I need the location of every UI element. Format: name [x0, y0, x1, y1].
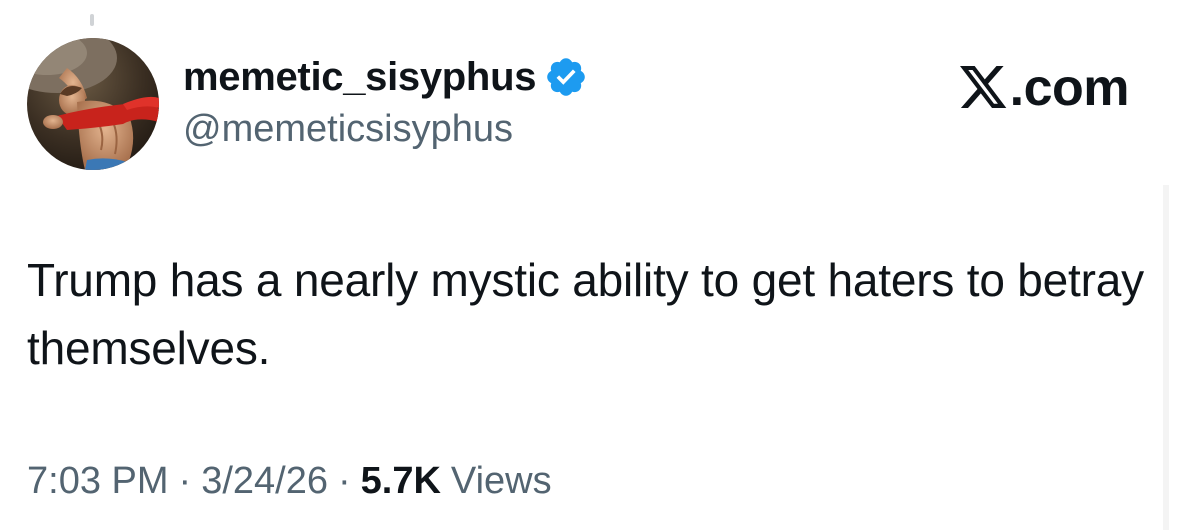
tweet-card: memetic_sisyphus @memeticsisyphus .com T…	[0, 0, 1179, 530]
views-label[interactable]: Views	[451, 460, 552, 503]
brand-label: .com	[1009, 59, 1130, 117]
avatar[interactable]	[27, 38, 159, 170]
tweet-meta: 7:03 PM · 3/24/26 · 5.7K Views	[27, 460, 552, 503]
scrollbar[interactable]	[1163, 185, 1169, 530]
avatar-image	[27, 38, 159, 170]
drag-handle	[90, 14, 94, 26]
tweet-time[interactable]: 7:03 PM	[27, 460, 169, 503]
meta-separator: ·	[337, 460, 351, 502]
verified-badge-icon	[544, 55, 588, 99]
tweet-date[interactable]: 3/24/26	[201, 460, 328, 503]
author-name-row[interactable]: memetic_sisyphus	[183, 50, 588, 104]
meta-separator: ·	[178, 460, 192, 502]
tweet-text: Trump has a nearly mystic ability to get…	[27, 254, 1144, 374]
x-logo-icon	[959, 65, 1008, 111]
views-count[interactable]: 5.7K	[361, 460, 441, 503]
author-handle[interactable]: @memeticsisyphus	[183, 108, 513, 151]
display-name[interactable]: memetic_sisyphus	[183, 55, 536, 100]
brand-watermark: .com	[959, 57, 1130, 119]
